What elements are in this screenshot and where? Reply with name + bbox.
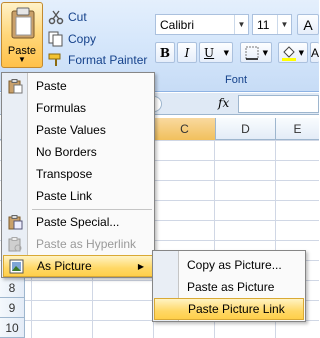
menu-item-paste-special[interactable]: Paste Special... [2,211,154,233]
copy-label: Copy [68,32,97,46]
paint-bucket-icon [282,45,296,61]
menu-item-label: Transpose [36,167,93,181]
grow-font-button[interactable]: A [297,14,319,35]
submenu-item-paste-as-picture[interactable]: Paste as Picture [153,276,305,298]
insert-function-button[interactable]: fx [218,96,229,110]
menu-item-transpose[interactable]: Transpose [2,163,154,185]
paste-dropdown-menu: Paste Formulas Paste Values No Borders T… [1,72,155,278]
column-header-c[interactable]: C [153,118,215,140]
menu-item-no-borders[interactable]: No Borders [2,141,154,163]
menu-separator [32,209,152,210]
chevron-down-icon[interactable]: ▼ [277,15,291,34]
menu-item-paste-link[interactable]: Paste Link [2,185,154,207]
menu-item-label: Paste Link [36,189,93,203]
underline-label: U [204,45,215,60]
picture-icon [9,259,24,273]
bold-button[interactable]: B [155,42,175,63]
submenu-item-label: Paste as Picture [187,280,275,294]
row-header-8[interactable]: 8 [0,278,25,298]
chevron-down-icon[interactable]: ▼ [263,49,268,57]
menu-item-label: No Borders [36,145,97,159]
font-color-icon: A [311,45,320,60]
cut-label: Cut [68,10,87,24]
grow-font-icon: A [303,16,313,33]
fill-color-button[interactable]: ▼ [278,42,308,63]
submenu-item-label: Paste Picture Link [188,302,285,316]
italic-button[interactable]: I [177,42,197,63]
font-name-value: Calibri [160,17,195,32]
paintbrush-icon [48,53,61,66]
submenu-item-paste-picture-link[interactable]: Paste Picture Link [154,298,304,320]
chevron-down-icon[interactable]: ▼ [224,49,229,57]
copy-button[interactable]: Copy [48,29,96,49]
font-group-label: Font [224,74,247,86]
menu-item-label: Paste Values [36,123,106,137]
formula-input[interactable] [238,95,319,113]
clipboard-icon [11,7,35,39]
menu-item-paste-values[interactable]: Paste Values [2,119,154,141]
chevron-down-icon[interactable]: ▼ [299,49,304,57]
bold-label: B [159,45,171,60]
chevron-down-icon[interactable]: ▼ [234,15,248,34]
column-header-e[interactable]: E [275,118,319,140]
paste-special-icon [8,214,23,229]
font-color-button[interactable]: A [310,42,319,63]
menu-item-label: Paste [36,79,67,93]
row-header-10[interactable]: 10 [0,318,25,338]
menu-item-label: Paste Special... [36,215,120,229]
row-header-9[interactable]: 9 [0,298,25,318]
scissors-icon [48,10,64,25]
as-picture-submenu: Copy as Picture... Paste as Picture Past… [152,250,306,322]
submenu-item-label: Copy as Picture... [187,258,282,272]
submenu-item-copy-as-picture[interactable]: Copy as Picture... [153,254,305,276]
cut-button[interactable]: Cut [48,7,87,27]
column-header-d[interactable]: D [215,118,275,140]
font-name-combo[interactable]: Calibri ▼ [155,14,249,35]
italic-label: I [184,45,190,60]
borders-button[interactable]: ▼ [240,42,272,63]
font-size-value: 11 [257,17,270,32]
borders-icon [245,46,259,60]
underline-button[interactable]: U ▼ [199,42,233,63]
menu-item-as-picture[interactable]: As Picture ▶ [3,255,153,277]
menu-item-label: Paste as Hyperlink [36,237,137,251]
submenu-arrow-icon: ▶ [137,261,144,271]
format-painter-button[interactable]: Format Painter [48,50,147,70]
copy-icon [48,31,63,47]
font-size-combo[interactable]: 11 ▼ [252,14,292,35]
menu-item-formulas[interactable]: Formulas [2,97,154,119]
format-painter-label: Format Painter [68,53,148,67]
menu-item-paste[interactable]: Paste [2,75,154,97]
chevron-down-icon: ▼ [18,55,26,64]
menu-item-paste-as-hyperlink: Paste as Hyperlink [2,233,154,255]
paste-icon [8,78,23,93]
paste-hyperlink-icon [8,236,22,251]
menu-item-label: As Picture [37,259,92,273]
paste-button[interactable]: Paste ▼ [1,2,43,68]
menu-item-label: Formulas [36,101,87,115]
